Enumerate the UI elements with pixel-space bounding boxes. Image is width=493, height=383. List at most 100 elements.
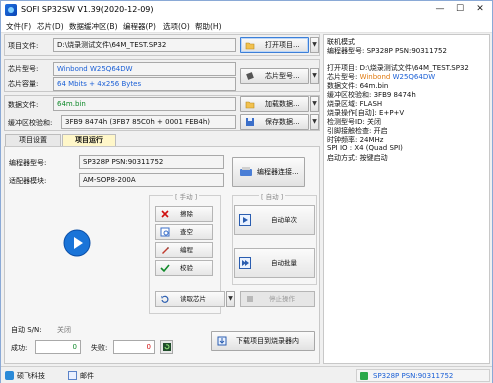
data-file-field: 64m.bin: [53, 97, 236, 111]
status-device: SP328P PSN:90311752: [373, 372, 454, 380]
email-icon: [68, 371, 77, 380]
app-window: SOFI SP32SW V1.39(2020-12-09) — ☐ ✕ 文件(F…: [0, 0, 493, 383]
maximize-button[interactable]: ☐: [453, 3, 467, 16]
programmer-model-field: SP328P PSN:90311752: [79, 155, 224, 169]
data-file-label: 数据文件:: [8, 101, 39, 109]
adapter-field: AM-SOP8-200A: [79, 173, 224, 187]
success-label: 成功:: [11, 344, 28, 352]
erase-button[interactable]: 擦除: [155, 206, 213, 222]
blank-check-button[interactable]: 查空: [155, 224, 213, 240]
adapter-label: 适配器模块:: [9, 177, 47, 185]
project-file-field: D:\烧录测试文件\64M_TEST.SP32: [53, 38, 236, 52]
auto-single-play-icon: [239, 214, 251, 226]
menu-options[interactable]: 选项(O): [163, 21, 190, 32]
read-chip-button[interactable]: 读取芯片: [155, 291, 225, 307]
select-chip-button[interactable]: 芯片型号...: [240, 68, 309, 84]
open-project-label: 打开项目...: [265, 41, 300, 49]
log-line: 编程器型号: SP328P PSN:90311752: [327, 47, 447, 55]
title-bar: SOFI SP32SW V1.39(2020-12-09) — ☐ ✕: [1, 1, 492, 19]
load-data-label: 加载数据...: [265, 100, 300, 108]
auto-sn-value: 关闭: [57, 326, 71, 334]
save-data-dropdown[interactable]: ▼: [310, 114, 319, 130]
auto-group-title: [ 自动 ]: [259, 191, 286, 201]
download-icon: [217, 336, 227, 346]
status-device-box: SP328P PSN:90311752: [356, 369, 490, 382]
app-logo-icon: [5, 4, 17, 16]
project-panel: 项目文件: D:\烧录测试文件\64M_TEST.SP32 打开项目... ▼: [4, 34, 320, 56]
folder-open-icon: [245, 42, 255, 50]
reset-icon: [163, 343, 171, 351]
programmer-model-label: 编程器型号:: [9, 159, 47, 167]
log-panel: 联机模式 编程器型号: SP328P PSN:90311752 打开项目: D:…: [323, 34, 490, 364]
program-label: 编程: [180, 246, 193, 254]
menu-chip[interactable]: 芯片(D): [37, 21, 64, 32]
tab-project-run[interactable]: 项目运行: [62, 134, 116, 146]
menu-help[interactable]: 帮助(H): [195, 21, 222, 32]
fail-count: 0: [113, 340, 155, 354]
download-project-button[interactable]: 下载项目到烧录器内: [211, 331, 315, 351]
blank-check-icon: [160, 227, 170, 237]
programmer-connect-button[interactable]: 编程器连接...: [232, 157, 305, 187]
select-chip-dropdown[interactable]: ▼: [310, 68, 319, 84]
auto-batch-label: 自动批量: [271, 259, 297, 267]
programmer-device-icon: [240, 167, 252, 176]
chip-model-field: Winbond W25Q64DW: [53, 62, 236, 76]
run-tab-panel: 编程器型号: SP328P PSN:90311752 适配器模块: AM-SOP…: [4, 146, 320, 364]
verify-label: 校验: [180, 264, 193, 272]
window-title: SOFI SP32SW V1.39(2020-12-09): [21, 5, 154, 14]
save-data-label: 保存数据...: [265, 118, 300, 126]
reset-counter-button[interactable]: [160, 340, 173, 354]
save-data-button[interactable]: 保存数据...: [240, 114, 309, 130]
menu-data-buffer[interactable]: 数据缓冲区(B): [69, 21, 118, 32]
log-line: 启动方式: 按键启动: [327, 154, 388, 162]
read-chip-dropdown[interactable]: ▼: [226, 291, 235, 307]
open-project-dropdown[interactable]: ▼: [310, 37, 319, 53]
status-email[interactable]: 邮件: [80, 371, 94, 381]
program-pencil-icon: [162, 247, 169, 254]
checksum-label: 缓冲区校验和:: [8, 119, 53, 127]
verify-button[interactable]: 校验: [155, 260, 213, 276]
program-button[interactable]: 编程: [155, 242, 213, 258]
chip-panel: 芯片型号: Winbond W25Q64DW 芯片容量: 64 Mbits + …: [4, 59, 320, 92]
stop-label: 停止操作: [269, 295, 295, 303]
download-project-label: 下载项目到烧录器内: [236, 337, 299, 345]
auto-single-button[interactable]: 自动单次: [234, 205, 315, 235]
device-connected-icon: [360, 372, 368, 380]
minimize-button[interactable]: —: [433, 3, 447, 16]
tab-project-run-label: 项目运行: [75, 136, 103, 144]
auto-batch-play-icon: [239, 257, 251, 269]
stop-icon: [247, 296, 253, 302]
load-data-dropdown[interactable]: ▼: [310, 96, 319, 112]
company-logo-icon: [5, 371, 14, 380]
blank-check-label: 查空: [180, 228, 193, 236]
log-line: SPI IO : X4 (Quad SPI): [327, 144, 403, 152]
project-file-label: 项目文件:: [8, 42, 39, 50]
open-project-button[interactable]: 打开项目...: [240, 37, 309, 53]
erase-label: 擦除: [180, 210, 193, 218]
chip-capacity-field: 64 Mbits + 4x256 Bytes: [53, 77, 236, 91]
load-data-button[interactable]: 加载数据...: [240, 96, 309, 112]
menu-file[interactable]: 文件(F): [6, 21, 31, 32]
select-chip-label: 芯片型号...: [265, 72, 300, 80]
chip-model-label: 芯片型号:: [8, 65, 39, 73]
stop-button[interactable]: 停止操作: [240, 291, 315, 307]
save-disk-icon: [246, 118, 254, 126]
menu-programmer[interactable]: 编程器(P): [123, 21, 156, 32]
start-play-icon[interactable]: [63, 229, 91, 257]
status-bar: 硕飞科技 邮件 SP328P PSN:90311752: [1, 366, 492, 383]
programmer-connect-label: 编程器连接...: [257, 168, 299, 176]
fail-label: 失败:: [91, 344, 108, 352]
erase-x-icon: [161, 210, 169, 218]
close-button[interactable]: ✕: [473, 3, 487, 16]
tab-project-settings[interactable]: 项目设置: [5, 134, 61, 146]
read-chip-icon: [161, 295, 169, 303]
manual-group-title: [ 手动 ]: [173, 191, 200, 201]
verify-check-icon: [160, 264, 170, 273]
checksum-field: 3FB9 8474h (3FB7 85C0h + 0001 FEB4h): [61, 115, 236, 129]
data-panel: 数据文件: 64m.bin 加载数据... ▼ 缓冲区校验和: 3FB9 847…: [4, 95, 320, 131]
folder-icon: [245, 101, 255, 109]
auto-batch-button[interactable]: 自动批量: [234, 248, 315, 278]
auto-sn-label: 自动 S/N:: [11, 326, 42, 334]
read-chip-label: 读取芯片: [180, 295, 206, 303]
status-company[interactable]: 硕飞科技: [17, 371, 45, 381]
